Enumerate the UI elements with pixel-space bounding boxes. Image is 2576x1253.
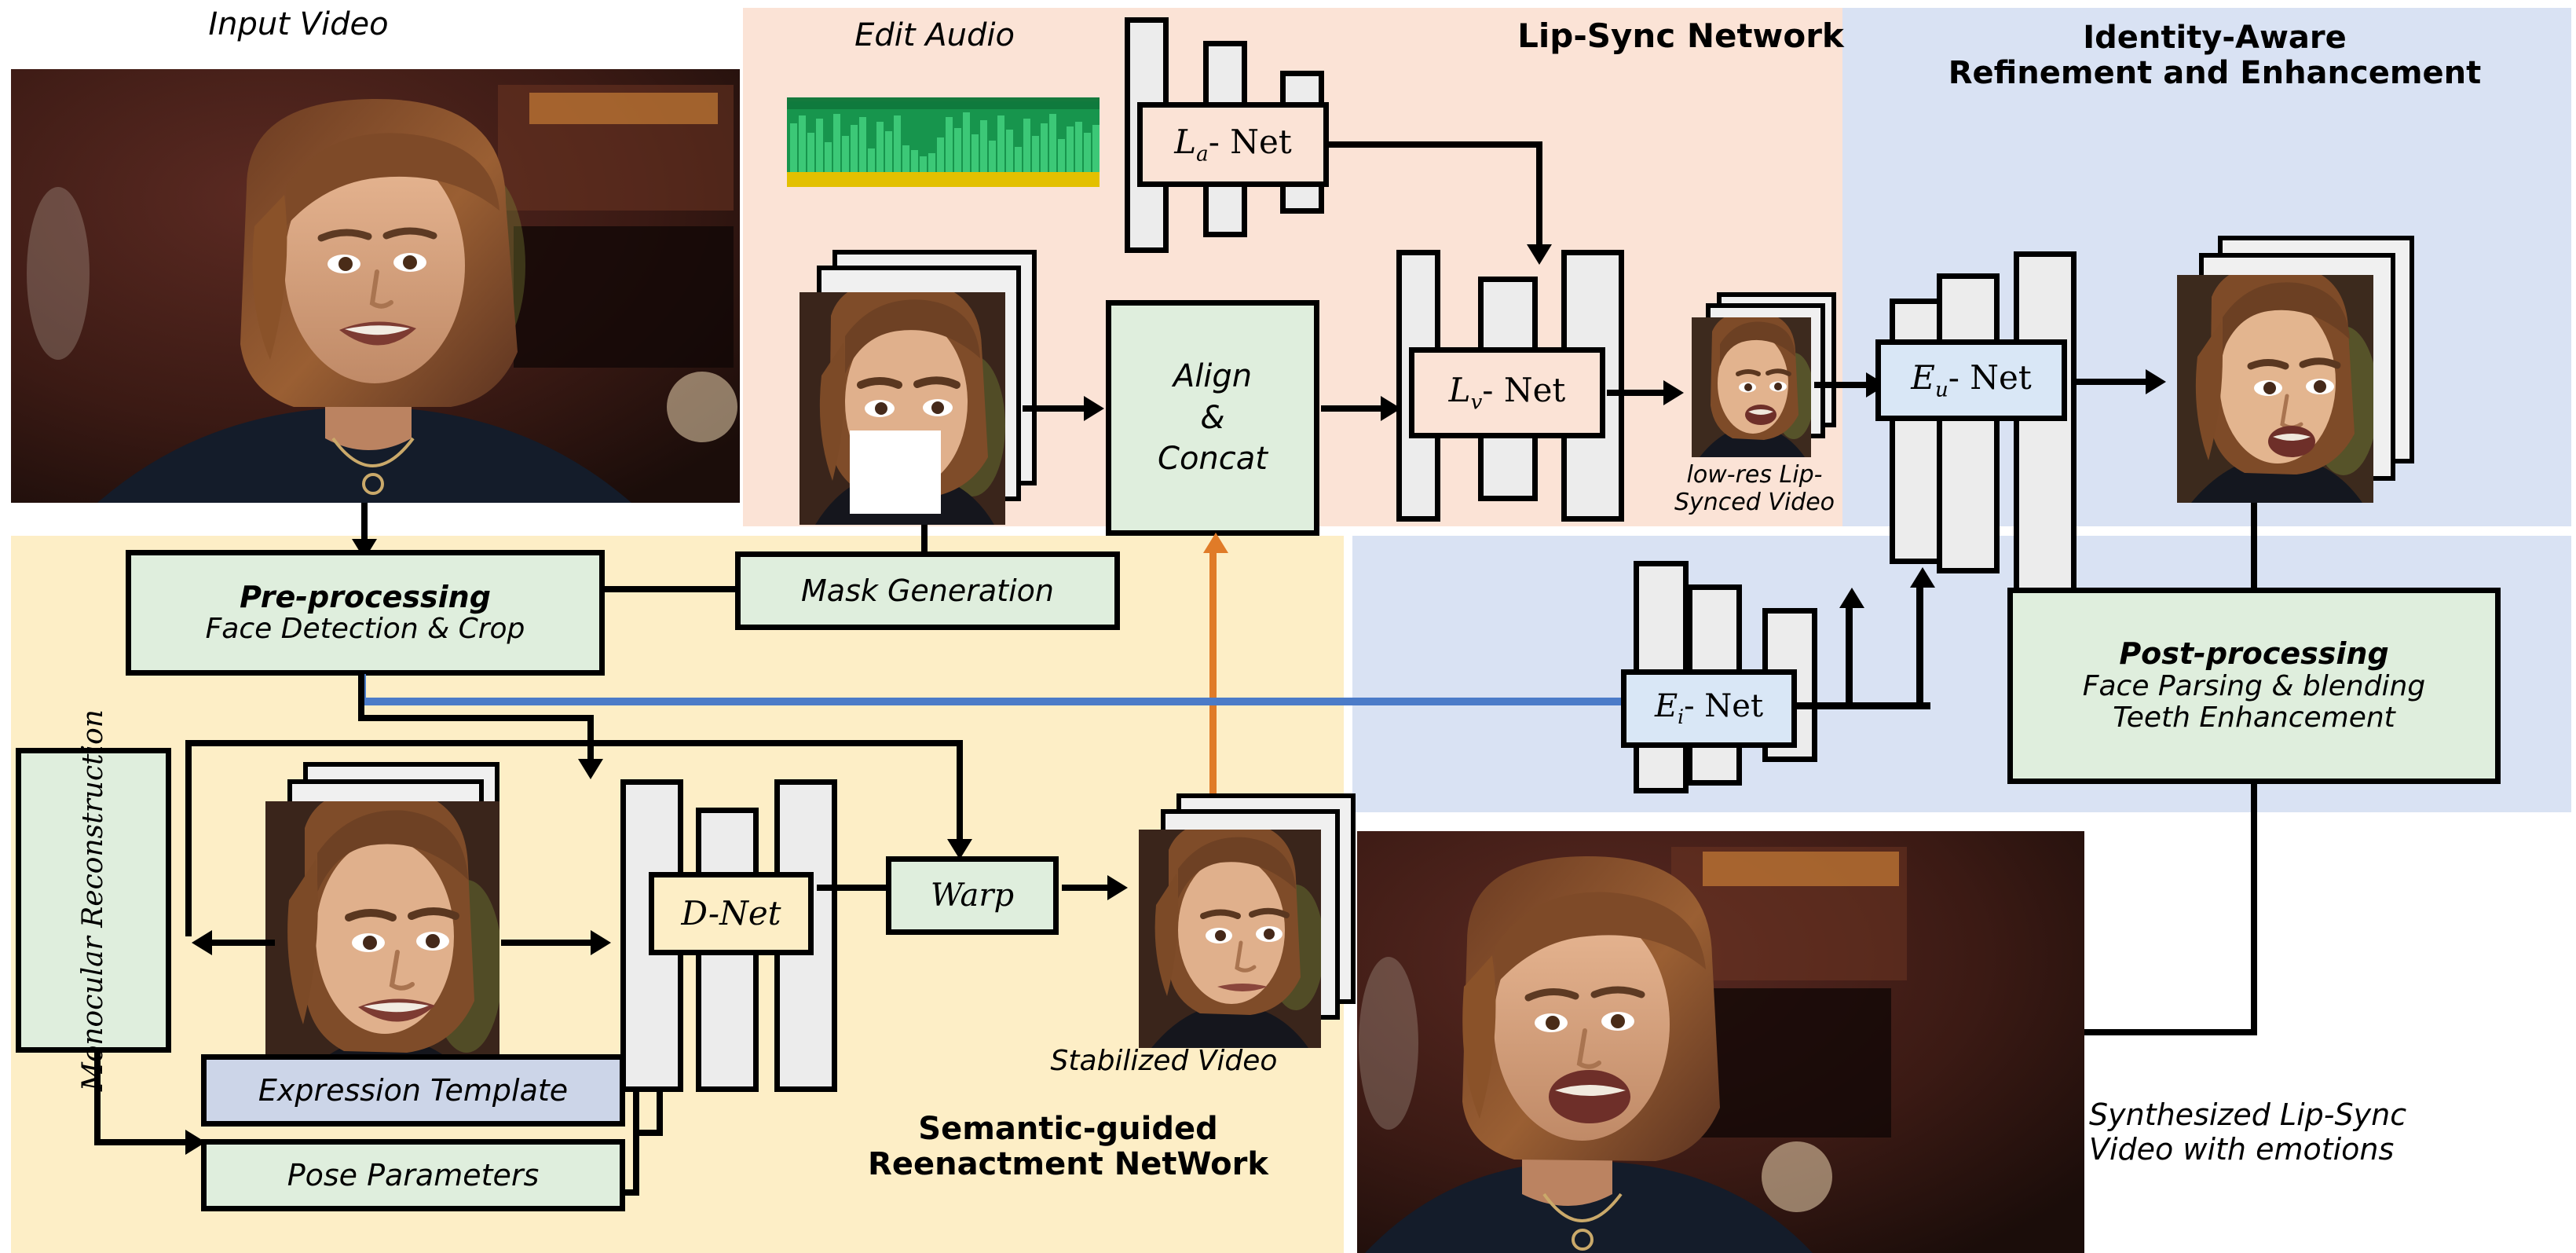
semantic-guided-title: Semantic-guided Reenactment NetWork <box>785 1112 1351 1182</box>
connector-post-to-synth-h <box>2081 1029 2254 1035</box>
arrow-la-to-lv <box>1527 244 1552 265</box>
warp-label: Warp <box>930 877 1015 914</box>
dnet-box[interactable]: D-Net <box>649 872 814 955</box>
semantic-title-line2: Reenactment NetWork <box>868 1145 1268 1182</box>
la-net-box[interactable]: La- Net <box>1137 102 1329 187</box>
mask-generation-label: Mask Generation <box>801 573 1054 608</box>
lowres-caption: low-res Lip- Synced Video <box>1667 461 1842 516</box>
align-label: Align <box>1173 357 1253 394</box>
bracket-bottom-stub <box>625 1189 639 1196</box>
arrow-to-cropped-face <box>578 759 603 779</box>
connector-la-to-lv-h <box>1329 141 1542 148</box>
connector-la-to-lv-v <box>1536 141 1542 247</box>
expression-template-box[interactable]: Expression Template <box>201 1054 625 1127</box>
arrow-masked-to-align <box>1084 396 1104 421</box>
connector-lv-to-lowres <box>1607 390 1667 396</box>
connector-input-to-preprocessing <box>361 503 368 542</box>
connector-face-to-monocular <box>212 940 275 946</box>
connector-masked-to-align <box>1023 405 1085 412</box>
masked-face-frame <box>800 292 1005 525</box>
expression-template-label: Expression Template <box>258 1072 569 1108</box>
la-net-label: La- Net <box>1174 122 1292 167</box>
concat-label: Concat <box>1158 441 1268 478</box>
output-face-frame <box>2177 275 2373 503</box>
connector-warp-top-left-v <box>185 740 192 936</box>
identity-title-line2: Refinement and Enhancement <box>1948 54 2482 91</box>
arrow-lv-to-lowres <box>1663 380 1684 405</box>
preprocessing-subtitle: Face Detection & Crop <box>205 613 525 646</box>
arrow-ei-to-eu-branch-1 <box>1910 567 1935 588</box>
lv-net-label: Lv- Net <box>1448 370 1566 415</box>
connector-preprocessing-down <box>358 674 364 721</box>
postprocessing-line3: Teeth Enhancement <box>2113 702 2395 735</box>
identity-title-line1: Identity-Aware <box>2083 20 2347 56</box>
connector-warp-to-stabilized <box>1062 885 1111 891</box>
arrow-ei-to-eu-branch-2 <box>1839 588 1864 608</box>
semantic-title-line1: Semantic-guided <box>918 1111 1218 1147</box>
stabilized-video-caption: Stabilized Video <box>1050 1045 1278 1077</box>
warp-box[interactable]: Warp <box>886 856 1059 935</box>
mask-generation-box[interactable]: Mask Generation <box>735 551 1120 630</box>
lv-net-box[interactable]: Lv- Net <box>1409 347 1605 438</box>
lowres-lipsync-frame <box>1692 317 1811 457</box>
preprocessing-title: Pre-processing <box>240 579 491 614</box>
connector-to-cropped-face <box>587 715 594 762</box>
connector-preprocessing-to-mask <box>605 586 738 592</box>
synth-caption-line1: Synthesized Lip-Sync <box>2089 1097 2407 1132</box>
eu-net-slab-mid <box>1937 273 2000 573</box>
connector-align-to-lv <box>1321 405 1382 412</box>
input-video-caption: Input Video <box>208 6 389 42</box>
lowres-caption-line1: low-res Lip- <box>1686 461 1823 489</box>
connector-ei-to-eu-branch-2 <box>1846 605 1853 707</box>
synthesized-video-caption: Synthesized Lip-Sync Video with emotions <box>2089 1097 2513 1167</box>
arrow-warp-to-stabilized <box>1107 875 1128 900</box>
arrow-stabilized-to-align <box>1203 533 1228 553</box>
edit-audio-caption: Edit Audio <box>854 17 1015 53</box>
input-video-frame <box>11 69 740 503</box>
postprocessing-line2: Face Parsing & blending <box>2082 669 2426 702</box>
pose-parameters-label: Pose Parameters <box>287 1157 540 1193</box>
preprocessing-box[interactable]: Pre-processing Face Detection & Crop <box>126 550 605 676</box>
audio-waveform <box>787 97 1100 187</box>
synthesized-video-frame <box>1357 831 2084 1253</box>
ei-net-label: Ei- Net <box>1654 688 1764 729</box>
arrow-eu-to-output <box>2146 369 2166 394</box>
monocular-reconstruction-box[interactable]: Monocular Reconstruction <box>16 709 171 1091</box>
connector-face-to-dnet <box>501 940 594 946</box>
connector-warp-top-right-v <box>957 740 963 842</box>
architecture-diagram: Lip-Sync Network Identity-Aware Refineme… <box>0 0 2576 1253</box>
identity-aware-title: Identity-Aware Refinement and Enhancemen… <box>1869 20 2560 91</box>
connector-post-to-synth-v <box>2251 782 2257 1035</box>
connector-eu-to-output <box>2073 379 2149 385</box>
ampersand-label: & <box>1200 399 1225 436</box>
connector-output-to-postprocessing <box>2251 503 2257 589</box>
connector-ei-to-eu-branch-1 <box>1916 584 1923 706</box>
connector-stabilized-to-align <box>1209 550 1217 809</box>
arrow-face-to-dnet <box>591 930 611 955</box>
connector-monocular-to-pose <box>94 1139 190 1145</box>
eu-net-slab-right <box>2014 251 2077 597</box>
eu-net-box[interactable]: Eu- Net <box>1875 339 2067 421</box>
ei-net-box[interactable]: Ei- Net <box>1621 669 1797 748</box>
postprocessing-box[interactable]: Post-processing Face Parsing & blending … <box>2007 588 2501 784</box>
connector-ei-out-h <box>1797 702 1930 709</box>
postprocessing-title: Post-processing <box>2119 636 2389 672</box>
dnet-label: D-Net <box>681 894 781 933</box>
arrow-face-to-monocular <box>192 930 212 955</box>
pose-parameters-box[interactable]: Pose Parameters <box>201 1139 625 1211</box>
identity-skip-horizontal <box>358 698 1627 705</box>
connector-preprocessing-right <box>358 715 594 721</box>
lowres-caption-line2: Synced Video <box>1674 488 1835 516</box>
connector-lowres-to-eu <box>1814 382 1869 388</box>
align-concat-box[interactable]: Align & Concat <box>1106 300 1319 536</box>
stabilized-video-frame <box>1139 830 1321 1048</box>
connector-warp-top-h <box>185 740 963 746</box>
monocular-reconstruction-label: Monocular Reconstruction <box>76 709 109 1092</box>
synth-caption-line2: Video with emotions <box>2089 1131 2395 1167</box>
connector-monocular-down <box>94 1050 101 1145</box>
eu-net-label: Eu- Net <box>1911 357 2032 402</box>
